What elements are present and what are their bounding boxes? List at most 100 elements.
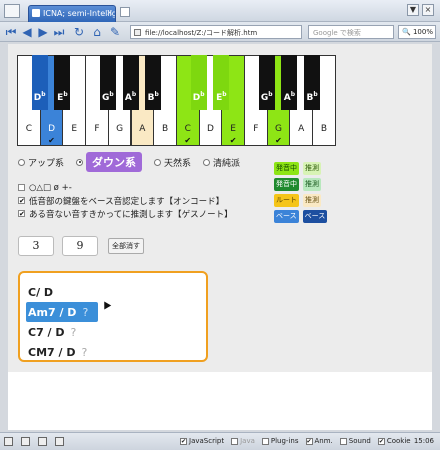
sound-checkbox[interactable] [339, 437, 347, 445]
status-plugins[interactable]: Plug-ins [261, 437, 299, 445]
black-key-b-flat[interactable]: Bb [145, 55, 162, 110]
legend-guess-green: 推測 [303, 162, 321, 175]
mode-down[interactable]: ダウン系 [76, 152, 143, 172]
edit-icon[interactable]: ✎ [108, 25, 122, 39]
page-icon [134, 29, 141, 36]
radio-pure[interactable] [203, 158, 211, 166]
chord-root: C [28, 345, 37, 359]
tab-list-button[interactable]: ▼ [407, 4, 419, 16]
symbols-label: ○△□ ø +- [29, 182, 72, 193]
home-icon[interactable]: ⌂ [90, 25, 104, 39]
black-key-d-flat[interactable]: Db [31, 55, 48, 110]
key-label: A [139, 124, 146, 134]
status-cookie[interactable]: ✔ Cookie [377, 437, 411, 445]
guess-mark: ? [70, 325, 77, 339]
plugins-checkbox[interactable] [261, 437, 269, 445]
black-key-a-flat[interactable]: Ab [281, 55, 298, 110]
radio-down[interactable] [76, 158, 84, 166]
guess-checkbox[interactable]: ✔ [18, 210, 25, 218]
key-label: Eb [54, 91, 70, 103]
java-checkbox[interactable] [231, 437, 239, 445]
legend-bass-dark: ベース [302, 210, 328, 223]
fast-forward-icon[interactable]: ⏭ [52, 25, 66, 39]
chord-root: C [28, 325, 37, 339]
symbols-option[interactable]: ○△□ ø +- [18, 181, 233, 194]
black-key-a-flat[interactable]: Ab [122, 55, 139, 110]
chord-rest: 7 / D [36, 325, 65, 339]
mode-up[interactable]: アップ系 [18, 156, 64, 169]
window-close-button[interactable]: × [422, 4, 434, 16]
zoom-select[interactable]: 🔍 100% [398, 25, 436, 39]
panel-toggle-icon[interactable] [4, 437, 13, 446]
clock: 15:06 [413, 437, 434, 445]
status-anm[interactable]: ✔ Anm. [305, 437, 333, 445]
radio-up[interactable] [18, 158, 25, 166]
black-key-g-flat[interactable]: Gb [258, 55, 275, 110]
flat-sign: b [109, 91, 114, 98]
reload-icon[interactable]: ↻ [72, 25, 86, 39]
flat-sign: b [63, 91, 68, 98]
note-name: A [283, 93, 291, 103]
number-inputs: 3 9 全部消す [18, 236, 144, 256]
status-java[interactable]: Java [231, 437, 255, 445]
javascript-label: JavaScript [189, 437, 225, 445]
guess-option[interactable]: ✔ ある音ない音すきかってに推測します【ゲスノート】 [18, 207, 233, 220]
radio-natural[interactable] [154, 158, 162, 166]
address-field[interactable]: file://localhost/Z:/コード解析.htm [130, 25, 302, 39]
black-key-e-flat[interactable]: Eb [213, 55, 230, 110]
status-javascript[interactable]: ✔ JavaScript [180, 437, 224, 445]
oncode-checkbox[interactable]: ✔ [18, 197, 25, 205]
piano-keyboard: C D ✔ E F G A B C ✔ D E ✔ F G ✔ A B Db Eb Gb Ab Bb Db Eb Gb Ab Bb [17, 55, 336, 146]
guess-mark: ? [81, 345, 88, 359]
address-text: file://localhost/Z:/コード解析.htm [145, 29, 258, 37]
chord-item-selected[interactable]: Am7 / D? [26, 302, 98, 322]
tools-icon[interactable] [21, 437, 30, 446]
mode-pure[interactable]: 清純派 [203, 156, 240, 169]
flat-sign: b [268, 91, 273, 98]
forward-icon[interactable]: ▶ [36, 25, 50, 39]
number-field-1[interactable]: 3 [18, 236, 54, 256]
rewind-icon[interactable]: ⏮ [4, 25, 18, 39]
chord-item[interactable]: C7 / D? [28, 322, 206, 342]
key-label: G [116, 124, 124, 134]
chord-item[interactable]: C M7 / D? [28, 342, 206, 362]
black-key-d-flat[interactable]: Db [190, 55, 207, 110]
tab-close-icon[interactable]: × [106, 8, 113, 17]
key-label: Db [191, 91, 207, 103]
globe-icon[interactable] [55, 437, 64, 446]
legend-sounding-dark: 発音中 [274, 178, 299, 191]
back-icon[interactable]: ◀ [20, 25, 34, 39]
oncode-label: 低音部の鍵盤をベース音認定します【オンコード】 [29, 196, 225, 207]
key-label: F [253, 124, 259, 134]
window-menu-icon[interactable] [4, 4, 20, 18]
javascript-checkbox[interactable]: ✔ [180, 437, 187, 445]
cookie-checkbox[interactable]: ✔ [377, 437, 385, 445]
color-legend: 発音中 推測 発音中 推測 ルート 推測 ベース ベース [274, 162, 334, 226]
mode-down-label: ダウン系 [86, 152, 143, 172]
key-label: F [94, 124, 100, 134]
black-key-e-flat[interactable]: Eb [54, 55, 71, 110]
mode-natural[interactable]: 天然系 [154, 156, 191, 169]
clear-all-button[interactable]: 全部消す [108, 238, 144, 254]
mode-natural-label: 天然系 [164, 158, 192, 169]
number-field-2[interactable]: 9 [62, 236, 98, 256]
legend-bass: ベース [274, 210, 299, 223]
legend-guess-dark: 推測 [303, 178, 321, 191]
flat-sign: b [41, 91, 46, 98]
key-label: Bb [304, 91, 320, 103]
black-key-b-flat[interactable]: Bb [304, 55, 321, 110]
status-sound[interactable]: Sound [339, 437, 371, 445]
new-tab-icon[interactable] [120, 7, 130, 17]
symbols-checkbox[interactable] [18, 184, 25, 191]
flat-sign: b [200, 91, 205, 98]
key-label: Eb [213, 91, 229, 103]
settings-icon[interactable] [38, 437, 47, 446]
chord-item[interactable]: C / D [28, 282, 206, 302]
anm-checkbox[interactable]: ✔ [305, 437, 313, 445]
mode-up-label: アップ系 [28, 158, 65, 169]
status-bar: ✔ JavaScript Java Plug-ins ✔ Anm. Sound ✔ C… [0, 432, 440, 450]
black-key-g-flat[interactable]: Gb [99, 55, 116, 110]
browser-tab[interactable]: ICNA; semi-Intellige... × [28, 5, 116, 22]
oncode-option[interactable]: ✔ 低音部の鍵盤をベース音認定します【オンコード】 [18, 194, 233, 207]
search-input[interactable]: Google で検索 [308, 25, 394, 39]
